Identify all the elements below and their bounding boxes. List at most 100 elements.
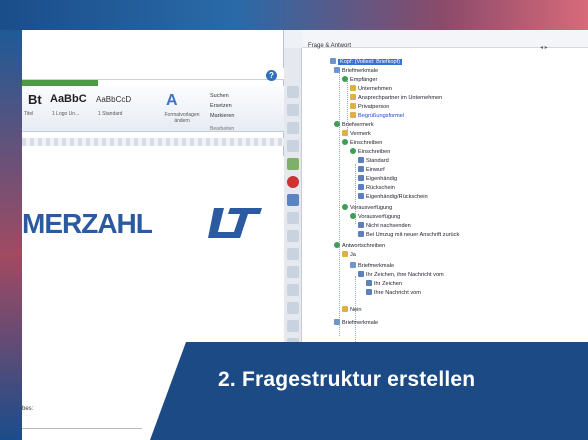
answer-icon xyxy=(366,289,372,295)
tool-button-9[interactable] xyxy=(287,248,299,260)
tree-node[interactable]: Kopf: (Vollext: Briefkopf) xyxy=(330,58,403,66)
field-icon xyxy=(342,251,348,257)
answer-icon xyxy=(358,175,364,181)
tree-node-label: Eigenhändig xyxy=(366,176,398,182)
style-preview-logo[interactable]: AaBbC xyxy=(50,93,87,105)
tree-node[interactable]: Ansprechpartner im Unternehmen xyxy=(350,94,442,102)
tree-node-label: Begrüßungsformel xyxy=(358,113,405,119)
ribbon-tabs xyxy=(22,68,284,80)
answer-icon xyxy=(358,184,364,190)
tree-node[interactable]: Ihr Zeichen xyxy=(366,280,402,288)
tree-node[interactable]: Briefmerkmale xyxy=(350,262,394,270)
replace-button[interactable]: Ersetzen xyxy=(210,103,232,109)
tool-button-11[interactable] xyxy=(287,284,299,296)
tree-node-label: Ihr Zeichen, ihre Nachricht vom xyxy=(366,272,444,278)
tool-button-10[interactable] xyxy=(287,266,299,278)
tree-node[interactable]: Briefmerkmale xyxy=(334,319,378,327)
tree-node[interactable]: Vorausverfügung xyxy=(350,213,400,221)
tree-node[interactable]: Begrüßungsformel xyxy=(350,112,404,120)
company-logo-text: MERZAHL xyxy=(22,208,153,239)
tool-button-7[interactable] xyxy=(287,212,299,224)
style-preview-standard[interactable]: AaBbCcD xyxy=(96,95,131,104)
panel-collapse-icon[interactable]: ◂ ▸ xyxy=(540,44,548,51)
tree-node[interactable]: Ja xyxy=(342,251,356,259)
tool-button-14[interactable] xyxy=(287,338,299,350)
tree-node-label: Briefmerkmale xyxy=(342,68,379,74)
question-icon xyxy=(334,121,340,127)
tree-node[interactable]: Standard xyxy=(358,157,389,165)
question-icon xyxy=(350,148,356,154)
tree-node[interactable]: Bei Umzug mit neuer Anschrift zurück xyxy=(358,231,459,239)
field-icon xyxy=(350,103,356,109)
tree-node[interactable]: Einschreiben xyxy=(350,148,390,156)
background-top xyxy=(0,0,588,30)
document-icon xyxy=(334,67,340,73)
tree-node-label: Vorausverfügung xyxy=(350,205,393,211)
tree-node[interactable]: Vermerk xyxy=(342,130,371,138)
answer-icon xyxy=(358,231,364,237)
help-icon[interactable]: ? xyxy=(266,70,277,81)
tree-node[interactable]: Rückschein xyxy=(358,184,395,192)
tool-button-3[interactable] xyxy=(287,122,299,134)
answer-icon xyxy=(358,157,364,163)
tool-button-5[interactable] xyxy=(287,158,299,170)
tool-button-6[interactable] xyxy=(287,194,299,206)
tree-node[interactable]: Empfänger xyxy=(342,76,377,84)
question-icon xyxy=(342,204,348,210)
field-icon xyxy=(350,112,356,118)
tree-node[interactable]: Privatperson xyxy=(350,103,389,111)
tree-node-label: Briefvermerk xyxy=(342,122,374,128)
question-icon xyxy=(334,242,340,248)
answer-icon xyxy=(366,280,372,286)
tree-node[interactable]: Unternehmen xyxy=(350,85,392,93)
change-styles-icon[interactable]: A xyxy=(166,92,178,110)
tool-button-13[interactable] xyxy=(287,320,299,332)
tree-node-label: Vermerk xyxy=(350,131,371,137)
answer-icon xyxy=(358,166,364,172)
background-left xyxy=(0,30,22,440)
select-button[interactable]: Markieren xyxy=(210,113,234,119)
find-button[interactable]: Suchen xyxy=(210,93,229,99)
tree-node-label: Nicht nachsenden xyxy=(366,223,411,229)
tool-button-4[interactable] xyxy=(287,140,299,152)
tree-node[interactable]: Nicht nachsenden xyxy=(358,222,411,230)
tree-node[interactable]: Briefvermerk xyxy=(334,121,374,129)
tool-button-1[interactable] xyxy=(287,86,299,98)
tree-node[interactable]: Antwortschreiben xyxy=(334,242,385,250)
tree-node[interactable]: Eigenhändig xyxy=(358,175,397,183)
tool-button-delete[interactable] xyxy=(287,176,299,188)
tree-node-label: Ansprechpartner im Unternehmen xyxy=(358,95,443,101)
document-page[interactable] xyxy=(22,156,284,440)
field-icon xyxy=(350,94,356,100)
tree-node[interactable]: Eigenhändig/Rückschein xyxy=(358,193,428,201)
tree-node[interactable]: Briefmerkmale xyxy=(334,67,378,75)
document-rule xyxy=(22,428,142,429)
tree-node-label: Antwortschreiben xyxy=(342,243,386,249)
tree-node-label: Standard xyxy=(366,158,389,164)
ruler xyxy=(22,138,284,146)
tree-node[interactable]: Vorausverfügung xyxy=(342,204,392,212)
tree-node-label: Bei Umzug mit neuer Anschrift zurück xyxy=(366,232,460,238)
company-logo-mark xyxy=(208,208,262,238)
tree-node-label: Vorausverfügung xyxy=(358,214,401,220)
tree-node-label: Ihr Zeichen xyxy=(374,281,402,287)
tree-node[interactable]: Ihre Nachricht vom xyxy=(366,289,421,297)
style-preview-title[interactable]: Bt xyxy=(28,92,42,107)
tree-node-label: Nein xyxy=(350,307,362,313)
tree-node[interactable]: Einschreiben xyxy=(342,139,382,147)
tool-button-2[interactable] xyxy=(287,104,299,116)
tree-node-label: Einschreiben xyxy=(350,140,383,146)
tree-node-label: Unternehmen xyxy=(358,86,392,92)
tree-node[interactable]: Nein xyxy=(342,306,362,314)
banner-title: 2. Fragestruktur erstellen xyxy=(218,368,476,391)
change-styles-label[interactable]: Formatvorlagen ändern xyxy=(162,112,202,124)
tree-node[interactable]: Einwurf xyxy=(358,166,385,174)
tool-button-12[interactable] xyxy=(287,302,299,314)
tool-button-8[interactable] xyxy=(287,230,299,242)
field-icon xyxy=(342,130,348,136)
tree-node[interactable]: Ihr Zeichen, ihre Nachricht vom xyxy=(358,271,444,279)
answer-icon xyxy=(358,222,364,228)
document-icon xyxy=(330,58,336,64)
tree-node-label: Einwurf xyxy=(366,167,385,173)
tree-node-label: Privatperson xyxy=(358,104,390,110)
